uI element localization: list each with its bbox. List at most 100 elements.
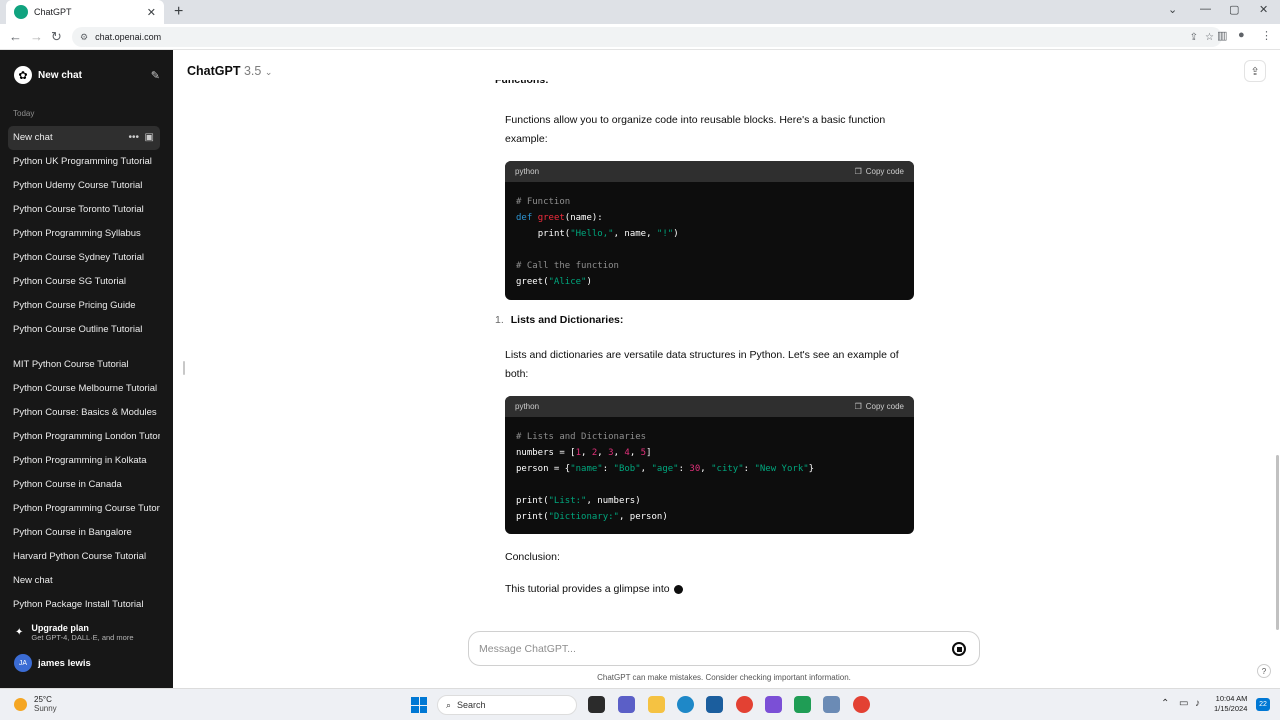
app-icon[interactable] [823, 696, 840, 713]
archive-icon[interactable]: ▣ [145, 132, 154, 143]
list-item[interactable]: Python Programming Syllabus [8, 222, 160, 246]
weather-widget[interactable]: 25°C Sunny [14, 695, 57, 713]
sidepanel-icon[interactable]: ▥ [1217, 29, 1227, 42]
code-block: python ❐ Copy code # Function def greet(n… [505, 161, 914, 300]
sidebar-collapse-handle[interactable] [183, 361, 185, 375]
cut-off-heading: Functions: [495, 80, 549, 86]
code-content: # Function def greet(name): print("Hello… [516, 197, 679, 287]
new-chat-label: New chat [38, 69, 82, 81]
chrome-active-icon[interactable] [853, 696, 870, 713]
list-item[interactable]: Python Course Sydney Tutorial [8, 246, 160, 270]
list-item[interactable]: Python Course Pricing Guide [8, 294, 160, 318]
user-name: james lewis [38, 657, 91, 669]
list-item[interactable]: Python Course Toronto Tutorial [8, 198, 160, 222]
network-icon[interactable]: ▭ [1179, 698, 1188, 709]
bookmark-star-icon[interactable]: ☆ [1205, 32, 1214, 43]
list-item[interactable]: Python Course in Canada [8, 473, 160, 497]
address-bar[interactable]: ⚙ chat.openai.com ⇪ ☆ [72, 27, 1222, 47]
taskbar-search[interactable]: ⌕ Search [437, 695, 577, 715]
weather-condition: Sunny [34, 704, 57, 713]
list-item[interactable]: Python Programming Course Tutorial [8, 497, 160, 521]
new-tab-icon[interactable]: + [174, 3, 183, 21]
list-item[interactable]: New chat [8, 569, 160, 593]
app-icon[interactable] [794, 696, 811, 713]
typing-cursor-icon [673, 584, 683, 594]
list-item[interactable]: Python Course Melbourne Tutorial [8, 377, 160, 401]
start-button[interactable] [411, 697, 427, 713]
list-item[interactable]: Python Course: Basics & Modules [8, 401, 160, 425]
list-item[interactable]: Python Course SG Tutorial [8, 270, 160, 294]
minimize-icon[interactable]: — [1200, 3, 1211, 15]
chatgpt-favicon-icon [14, 5, 28, 19]
notification-badge[interactable]: 22 [1256, 698, 1270, 711]
upgrade-plan-button[interactable]: ✦ Upgrade plan Get GPT-4, DALL·E, and mo… [8, 620, 160, 644]
store-icon[interactable] [706, 696, 723, 713]
code-language: python [515, 402, 540, 411]
user-menu-button[interactable]: JA james lewis [8, 652, 160, 674]
heading-text: Lists and Dictionaries: [510, 314, 624, 326]
new-chat-button[interactable]: ✿ New chat ✎ [8, 64, 160, 86]
sparkle-icon: ✦ [15, 626, 24, 638]
message-input[interactable] [479, 640, 919, 658]
model-selector[interactable]: ChatGPT 3.5 ⌄ [187, 64, 272, 78]
list-heading: 1. Lists and Dictionaries: [495, 314, 623, 326]
reload-icon[interactable]: ↻ [51, 29, 62, 45]
list-item[interactable]: Python Udemy Course Tutorial [8, 174, 160, 198]
temperature: 25°C [34, 695, 52, 704]
stop-generating-button[interactable] [952, 642, 966, 656]
list-item[interactable]: Harvard Python Course Tutorial [8, 545, 160, 569]
task-view-icon[interactable] [588, 696, 605, 713]
clock[interactable]: 10:04 AM 1/15/2024 [1214, 694, 1247, 714]
help-button[interactable]: ? [1257, 664, 1271, 678]
volume-icon[interactable]: ♪ [1195, 698, 1200, 709]
site-info-icon[interactable]: ⚙ [80, 32, 88, 43]
file-explorer-icon[interactable] [648, 696, 665, 713]
scrollbar[interactable] [1276, 455, 1279, 630]
disclaimer: ChatGPT can make mistakes. Consider chec… [597, 673, 851, 682]
avatar: JA [14, 654, 32, 672]
chat-actions: ••• ▣ [128, 126, 154, 150]
main-chat-area: ChatGPT 3.5 ⌄ ⇪ Functions: Functions all… [173, 50, 1280, 688]
profile-icon[interactable]: ● [1238, 29, 1245, 41]
menu-icon[interactable]: ⋮ [1261, 29, 1272, 42]
copy-code-label: Copy code [865, 402, 904, 411]
edge-browser-icon[interactable] [677, 696, 694, 713]
list-item[interactable]: MIT Python Course Tutorial [8, 353, 160, 377]
code-language: python [515, 167, 540, 176]
chat-app-icon[interactable] [618, 696, 635, 713]
search-icon: ⌕ [446, 699, 452, 710]
forward-icon[interactable]: → [30, 29, 43, 44]
copy-code-button[interactable]: ❐ Copy code [855, 167, 904, 176]
list-item-label: New chat [13, 132, 53, 143]
tab-search-icon[interactable]: ⌄ [1168, 3, 1177, 16]
browser-toolbar: ← → ↻ ⚙ chat.openai.com ⇪ ☆ ▥ ● ⋮ [0, 24, 1280, 50]
copy-code-button[interactable]: ❐ Copy code [855, 402, 904, 411]
close-tab-icon[interactable]: ✕ [147, 6, 156, 19]
model-name: ChatGPT [187, 64, 241, 78]
more-options-icon[interactable]: ••• [128, 132, 139, 143]
code-header: python ❐ Copy code [505, 396, 914, 417]
back-icon[interactable]: ← [9, 29, 22, 44]
chrome-icon[interactable] [736, 696, 753, 713]
close-window-icon[interactable]: ✕ [1259, 3, 1268, 16]
compose-icon[interactable]: ✎ [151, 69, 160, 82]
streaming-text: This tutorial provides a glimpse into [505, 583, 670, 595]
maximize-icon[interactable]: ▢ [1229, 3, 1239, 16]
app-icon[interactable] [765, 696, 782, 713]
list-item[interactable]: Python Programming in Kolkata [8, 449, 160, 473]
share-button[interactable]: ⇪ [1244, 60, 1266, 82]
browser-tab[interactable]: ChatGPT ✕ [6, 0, 164, 24]
sidebar: ✿ New chat ✎ Today New chat ••• ▣ Python… [0, 50, 173, 688]
openai-logo-icon: ✿ [14, 66, 32, 84]
list-item[interactable]: Python Course in Bangalore [8, 521, 160, 545]
share-page-icon[interactable]: ⇪ [1190, 32, 1198, 43]
list-item[interactable]: Python Course Outline Tutorial [8, 318, 160, 342]
tab-title: ChatGPT [34, 7, 72, 17]
list-item[interactable]: New chat ••• ▣ [8, 126, 160, 150]
chevron-up-icon[interactable]: ⌃ [1161, 698, 1169, 709]
list-item[interactable]: Python Programming London Tutorial [8, 425, 160, 449]
list-item[interactable]: Python UK Programming Tutorial [8, 150, 160, 174]
code-content: # Lists and Dictionaries numbers = [1, 2… [516, 432, 815, 522]
message-paragraph: Lists and dictionaries are versatile dat… [505, 349, 899, 380]
list-item[interactable]: Python Package Install Tutorial [8, 593, 160, 617]
